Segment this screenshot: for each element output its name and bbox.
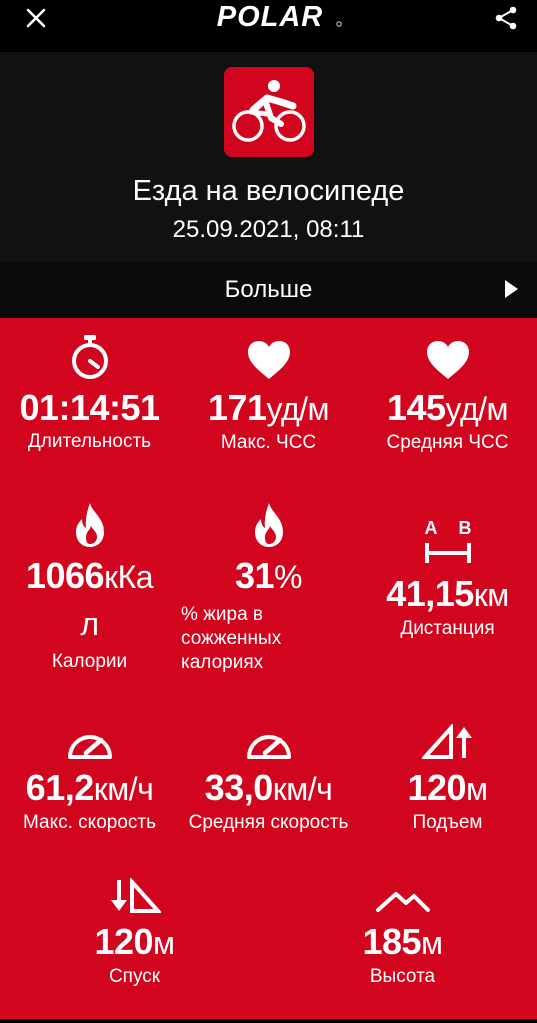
play-arrow-icon	[505, 280, 518, 298]
stat-label: Калории	[51, 651, 128, 672]
stat-label: Спуск	[108, 966, 161, 987]
speedometer-icon	[67, 735, 112, 759]
more-label: Больше	[224, 276, 313, 303]
stat-label: Средняя ЧСС	[386, 432, 509, 453]
stat-number: 61,2	[25, 767, 95, 808]
flame-icon	[75, 503, 104, 547]
stat-unit: м	[421, 925, 443, 961]
polar-logo: POLAR	[217, 1, 342, 33]
stat-number: 185	[362, 921, 422, 962]
stat-value: 61,2км/ч	[0, 766, 179, 811]
stat-label: Макс. скорость	[22, 812, 157, 833]
stat-number: 171	[207, 387, 267, 428]
stat-unit: км/ч	[272, 771, 333, 807]
stat-value: 145уд/м	[358, 386, 537, 431]
stat-value-wrap: л	[0, 601, 179, 646]
speedometer-icon	[246, 735, 291, 759]
stat-value: 33,0км/ч	[179, 766, 358, 811]
stat-label-line-1: % жира в	[181, 604, 264, 625]
stats-panel: 01:14:51 Длительность 171уд/м Макс. ЧСС …	[0, 318, 537, 1023]
stat-unit: уд/м	[266, 391, 330, 427]
stat-altitude: 185м Высота	[313, 866, 492, 989]
stat-number: 145	[386, 387, 446, 428]
stat-value: 120м	[358, 766, 537, 811]
more-button[interactable]: Больше	[0, 262, 537, 318]
activity-title: Езда на велосипеде	[132, 175, 405, 207]
stat-number: 120	[407, 767, 467, 808]
stat-value: 31%	[179, 554, 358, 599]
flame-icon	[254, 503, 283, 547]
stat-number: 01:14:51	[19, 387, 160, 428]
activity-header: Езда на велосипеде 25.09.2021, 08:11	[0, 52, 537, 262]
stat-label: Макс. ЧСС	[220, 432, 317, 453]
stat-avg-hr: 145уд/м Средняя ЧСС	[358, 332, 537, 455]
close-button[interactable]	[22, 4, 50, 32]
stat-number: 41,15	[386, 573, 474, 614]
stat-number: 33,0	[204, 767, 274, 808]
stat-fat-percent: 31% % жира в сожженных калориях	[179, 500, 358, 675]
stat-unit: кКа	[104, 559, 154, 595]
activity-date: 25.09.2021, 08:11	[172, 216, 365, 243]
stat-max-hr: 171уд/м Макс. ЧСС	[179, 332, 358, 455]
stat-label: Средняя скорость	[188, 812, 349, 833]
stat-distance: A B 41,15км Дистанция	[358, 500, 537, 641]
distance-ab-icon: A B	[424, 518, 471, 563]
stat-value: 171уд/м	[179, 386, 358, 431]
stat-max-speed: 61,2км/ч Макс. скорость	[0, 712, 179, 835]
stat-label-line-3: калориях	[181, 652, 264, 673]
heart-icon	[247, 341, 290, 379]
stat-number: 1066	[25, 555, 105, 596]
share-button[interactable]	[491, 3, 521, 33]
stat-value: 1066кКа	[0, 554, 179, 599]
close-icon[interactable]	[26, 8, 46, 28]
stat-unit: м	[153, 925, 175, 961]
stat-unit: м	[466, 771, 488, 807]
stat-unit: л	[80, 606, 99, 642]
stat-descent: 120м Спуск	[45, 866, 224, 989]
distance-icon-b: B	[458, 518, 471, 538]
stat-value: 185м	[313, 920, 492, 965]
stat-duration: 01:14:51 Длительность	[0, 332, 179, 454]
stat-unit: км/ч	[93, 771, 154, 807]
stat-value: 01:14:51	[0, 386, 179, 430]
stopwatch-icon	[71, 335, 108, 379]
ascent-icon	[421, 724, 472, 759]
stat-number: 120	[94, 921, 154, 962]
stat-unit: км	[473, 577, 510, 613]
cycling-icon	[232, 80, 306, 142]
mountain-icon	[375, 892, 430, 912]
stat-ascent: 120м Подъем	[358, 712, 537, 835]
stat-label: Длительность	[27, 431, 152, 452]
stat-calories: 1066кКа л Калории	[0, 500, 179, 674]
stat-unit: уд/м	[445, 391, 509, 427]
stat-number: 31	[235, 555, 275, 596]
stat-label: Высота	[369, 966, 436, 987]
stat-label: Дистанция	[400, 618, 495, 639]
share-icon[interactable]	[493, 5, 519, 31]
heart-icon	[426, 341, 469, 379]
top-bar: POLAR	[0, 0, 537, 52]
distance-icon-a: A	[424, 518, 437, 538]
stat-label-line-2: сожженных	[181, 628, 282, 649]
stat-unit: %	[274, 559, 302, 595]
polar-logo-text: POLAR	[217, 1, 324, 33]
descent-icon	[110, 878, 161, 913]
bottom-divider	[0, 1019, 537, 1023]
stat-label: Подъем	[412, 812, 483, 833]
sport-icon-tile	[224, 67, 314, 157]
stat-value: 120м	[45, 920, 224, 965]
stat-avg-speed: 33,0км/ч Средняя скорость	[179, 712, 358, 835]
stat-value: 41,15км	[358, 572, 537, 617]
